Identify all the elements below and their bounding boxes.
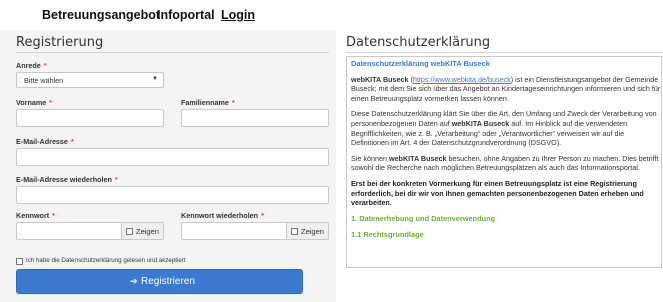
privacy-panel: Datenschutzerklärung Datenschutzerklärun…: [344, 30, 663, 302]
last-name-input[interactable]: [181, 109, 329, 127]
required-marker: *: [52, 211, 55, 220]
email-repeat-label: E-Mail-Adresse wiederholen *: [16, 175, 118, 184]
required-marker: *: [43, 61, 47, 70]
email-repeat-input[interactable]: [16, 186, 329, 204]
nav-link-login[interactable]: Login: [221, 8, 255, 22]
webkita-buseck-link[interactable]: https://www.webkita.de/buseck: [413, 75, 511, 84]
first-name-label: Vorname *: [16, 98, 53, 107]
password-repeat-input[interactable]: [181, 222, 287, 240]
top-navigation: Betreuungsangebot Infoportal Login: [0, 0, 663, 28]
required-marker: *: [70, 137, 74, 146]
required-marker: *: [49, 98, 53, 107]
first-name-input[interactable]: [16, 109, 164, 127]
required-marker: *: [261, 211, 264, 220]
register-button[interactable]: ➔ Registrieren: [16, 269, 303, 294]
privacy-consent-checkbox[interactable]: [16, 258, 23, 265]
privacy-title: Datenschutzerklärung: [346, 35, 491, 50]
privacy-consent-label[interactable]: Ich habe die Datenschutzerklärung gelese…: [26, 257, 186, 264]
show-password-repeat-checkbox[interactable]: [291, 228, 298, 235]
privacy-subsection-heading: 1.1 Rechtsgrundlage: [351, 230, 424, 240]
show-password-label: Zeigen: [136, 227, 159, 236]
salutation-label: Anrede *: [16, 61, 47, 70]
show-password-checkbox[interactable]: [126, 228, 133, 235]
privacy-paragraph: webKITA Buseck (https://www.webkita.de/b…: [351, 74, 661, 103]
privacy-paragraph: Diese Datenschutzerklärung klärt Sie übe…: [351, 109, 657, 148]
privacy-text-scrollbox[interactable]: Datenschutzerklärung webKITA Buseck webK…: [346, 56, 662, 268]
password-label: Kennwort *: [16, 211, 55, 220]
nav-link-infoportal[interactable]: Infoportal: [157, 8, 215, 22]
show-password-repeat-label: Zeigen: [301, 227, 324, 236]
last-name-label: Familienname *: [181, 98, 235, 107]
privacy-paragraph: Sie können webKITA Buseck besuchen, ohne…: [351, 153, 659, 173]
email-label: E-Mail-Adresse *: [16, 137, 74, 146]
salutation-select-value: Bitte wählen: [24, 76, 64, 85]
password-input[interactable]: [16, 222, 122, 240]
privacy-section-heading: 1. Datenerhebung und Datenverwendung: [351, 213, 496, 223]
required-marker: *: [114, 175, 118, 184]
caret-down-icon: ▼: [152, 76, 158, 82]
salutation-select[interactable]: Bitte wählen ▼: [16, 72, 164, 88]
password-repeat-show-toggle[interactable]: Zeigen: [287, 222, 329, 240]
login-arrow-icon: ➔: [130, 276, 138, 286]
registration-title: Registrierung: [16, 35, 104, 50]
password-show-toggle[interactable]: Zeigen: [122, 222, 164, 240]
password-repeat-label: Kennwort wiederholen *: [181, 211, 264, 220]
privacy-text: Datenschutzerklärung webKITA Buseck webK…: [351, 59, 661, 247]
register-button-label: Registrieren: [141, 276, 195, 287]
email-input[interactable]: [16, 148, 329, 166]
privacy-divider: [346, 52, 663, 53]
registration-divider: [16, 52, 329, 53]
privacy-heading: Datenschutzerklärung webKITA Buseck: [351, 59, 490, 68]
registration-panel: Registrierung Anrede * Bitte wählen ▼ Vor…: [0, 30, 336, 302]
nav-link-betreuungsangebot[interactable]: Betreuungsangebot: [42, 8, 160, 22]
required-marker: *: [231, 98, 235, 107]
privacy-paragraph-bold: Erst bei der konkreten Vormerkung für ei…: [351, 178, 644, 208]
